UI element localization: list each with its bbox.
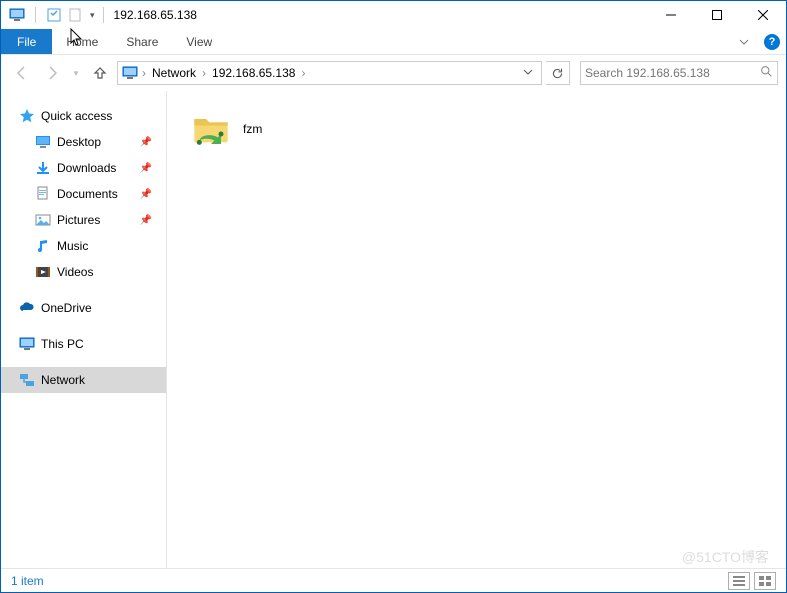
tab-share[interactable]: Share	[112, 29, 172, 54]
minimize-button[interactable]	[648, 1, 694, 29]
sidebar-network[interactable]: Network	[1, 367, 166, 393]
nav-forward-button[interactable]	[39, 60, 65, 86]
status-item-count: 1 item	[11, 574, 44, 588]
address-history-dropdown[interactable]	[519, 66, 537, 80]
file-menu-label: File	[17, 35, 36, 49]
share-item-fzm[interactable]: fzm	[185, 103, 268, 155]
sidebar-item-pictures[interactable]: Pictures 📌	[1, 207, 166, 233]
crumb-sep-icon[interactable]: ›	[202, 66, 206, 80]
thispc-icon	[19, 336, 35, 352]
qat-separator	[35, 7, 36, 23]
file-menu[interactable]: File	[1, 29, 52, 54]
sidebar-item-label: Downloads	[57, 161, 116, 175]
sidebar-item-videos[interactable]: Videos	[1, 259, 166, 285]
breadcrumb-host[interactable]: 192.168.65.138	[210, 66, 297, 80]
view-details-button[interactable]	[728, 572, 750, 590]
sidebar-item-documents[interactable]: Documents 📌	[1, 181, 166, 207]
tab-view[interactable]: View	[172, 29, 226, 54]
sidebar-item-label: Pictures	[57, 213, 100, 227]
search-icon[interactable]	[760, 65, 773, 81]
pin-icon: 📌	[140, 215, 152, 226]
view-large-icons-button[interactable]	[754, 572, 776, 590]
location-monitor-icon	[122, 65, 138, 81]
qat-separator-2	[103, 7, 104, 23]
search-input[interactable]	[585, 66, 760, 80]
tab-label: Home	[66, 35, 98, 49]
breadcrumb-network[interactable]: Network	[150, 66, 198, 80]
pin-icon: 📌	[140, 189, 152, 200]
pin-icon: 📌	[140, 137, 152, 148]
network-icon	[19, 372, 35, 388]
sidebar-this-pc[interactable]: This PC	[1, 331, 166, 357]
sidebar-onedrive[interactable]: OneDrive	[1, 295, 166, 321]
newfolder-qat-icon[interactable]	[68, 7, 84, 23]
sidebar-item-label: Network	[41, 373, 85, 387]
pictures-icon	[35, 212, 51, 228]
onedrive-icon	[19, 300, 35, 316]
music-icon	[35, 238, 51, 254]
sidebar-item-label: Desktop	[57, 135, 101, 149]
sidebar-item-music[interactable]: Music	[1, 233, 166, 259]
downloads-icon	[35, 160, 51, 176]
close-button[interactable]	[740, 1, 786, 29]
nav-back-button[interactable]	[9, 60, 35, 86]
address-bar[interactable]: › Network › 192.168.65.138 ›	[117, 61, 542, 85]
help-button[interactable]: ?	[758, 29, 786, 54]
help-icon: ?	[764, 34, 780, 50]
item-label: fzm	[243, 122, 262, 136]
crumb-sep-icon[interactable]: ›	[301, 66, 305, 80]
documents-icon	[35, 186, 51, 202]
refresh-button[interactable]	[546, 61, 570, 85]
sidebar-item-label: OneDrive	[41, 301, 92, 315]
sidebar-quick-access[interactable]: Quick access	[1, 103, 166, 129]
sidebar-item-label: Music	[57, 239, 88, 253]
desktop-icon	[35, 134, 51, 150]
pin-icon: 📌	[140, 163, 152, 174]
sidebar-item-label: Quick access	[41, 109, 112, 123]
maximize-button[interactable]	[694, 1, 740, 29]
search-box[interactable]	[580, 61, 778, 85]
window-title: 192.168.65.138	[114, 8, 197, 22]
tab-label: Share	[126, 35, 158, 49]
sidebar-item-desktop[interactable]: Desktop 📌	[1, 129, 166, 155]
ribbon-expand-button[interactable]	[730, 29, 758, 54]
sidebar-item-downloads[interactable]: Downloads 📌	[1, 155, 166, 181]
nav-up-button[interactable]	[87, 60, 113, 86]
nav-recent-dropdown[interactable]: ▾	[69, 60, 83, 86]
network-share-folder-icon	[191, 109, 231, 149]
content-pane[interactable]: fzm	[167, 91, 786, 568]
sidebar-item-label: This PC	[41, 337, 84, 351]
star-icon	[19, 108, 35, 124]
thispc-qat-icon[interactable]	[9, 7, 25, 23]
sidebar-item-label: Documents	[57, 187, 118, 201]
navigation-pane[interactable]: Quick access Desktop 📌 Downloads 📌 Docum…	[1, 91, 167, 568]
sidebar-item-label: Videos	[57, 265, 93, 279]
tab-label: View	[186, 35, 212, 49]
tab-home[interactable]: Home	[52, 29, 112, 54]
properties-qat-icon[interactable]	[46, 7, 62, 23]
videos-icon	[35, 264, 51, 280]
crumb-sep-icon[interactable]: ›	[142, 66, 146, 80]
qat-dropdown-icon[interactable]: ▾	[90, 10, 95, 21]
